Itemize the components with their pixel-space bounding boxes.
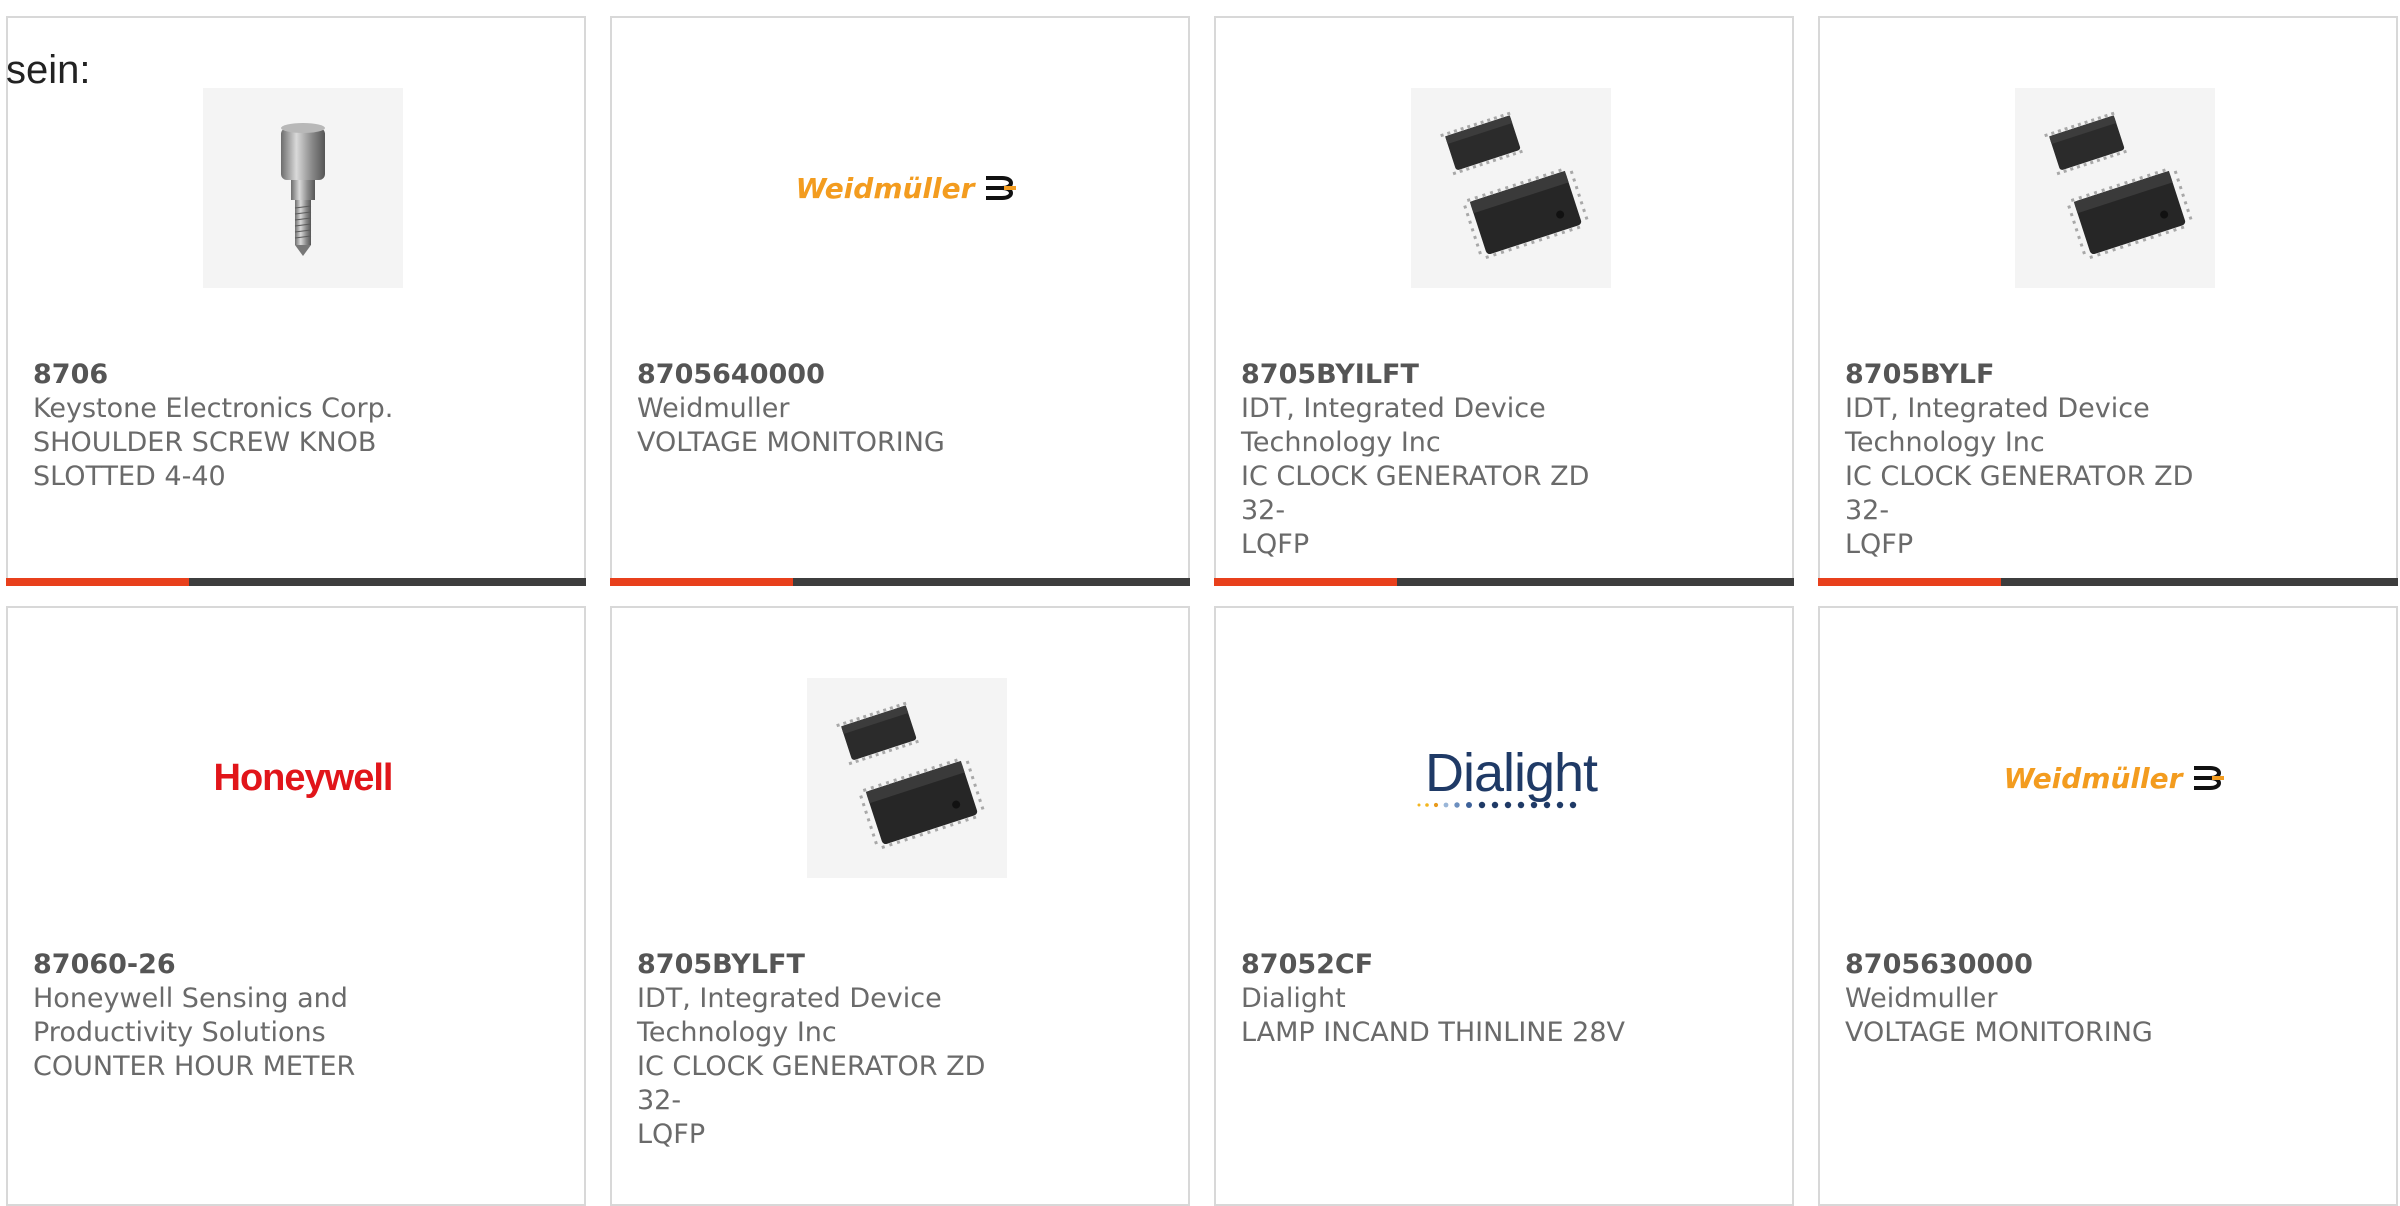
description-line: IC CLOCK GENERATOR ZD 32- bbox=[1241, 461, 1590, 526]
product-info: 8705BYLF IDT, Integrated Device Technolo… bbox=[1845, 358, 2245, 562]
product-card[interactable]: 8705BYILFT IDT, Integrated Device Techno… bbox=[1214, 16, 1794, 586]
screw-knob-image bbox=[203, 88, 403, 288]
description-line: VOLTAGE MONITORING bbox=[637, 427, 945, 458]
manufacturer-line: Technology Inc bbox=[1241, 427, 1441, 458]
lqfp-chip-image bbox=[1411, 88, 1611, 288]
card-accent-bar bbox=[1214, 578, 1794, 586]
description-line: IC CLOCK GENERATOR ZD 32- bbox=[1845, 461, 2194, 526]
lqfp-chip-image bbox=[807, 678, 1007, 878]
honeywell-logo: Honeywell bbox=[203, 678, 403, 878]
manufacturer-line: Technology Inc bbox=[1845, 427, 2045, 458]
manufacturer-line: Technology Inc bbox=[637, 1017, 837, 1048]
product-card[interactable]: 8705BYLF IDT, Integrated Device Technolo… bbox=[1818, 16, 2398, 586]
logo-text: Weidmüller bbox=[2003, 761, 2183, 795]
logo-text: Honeywell bbox=[213, 756, 394, 799]
part-number[interactable]: 8705630000 bbox=[1845, 948, 2245, 982]
product-info: 8705BYLFT IDT, Integrated Device Technol… bbox=[637, 948, 1037, 1152]
manufacturer-line: Honeywell Sensing and bbox=[33, 983, 348, 1014]
product-card[interactable]: 8706 Keystone Electronics Corp. SHOULDER… bbox=[6, 16, 586, 586]
part-number[interactable]: 8705640000 bbox=[637, 358, 1037, 392]
product-info: 87052CF Dialight LAMP INCAND THINLINE 28… bbox=[1241, 948, 1641, 1050]
lead-text: sein: bbox=[6, 48, 91, 92]
product-card[interactable]: Dialight 87052CF Dialight LAMP INCAND TH… bbox=[1214, 606, 1794, 1206]
logo-text: Dialight bbox=[1424, 743, 1598, 803]
description-line: LQFP bbox=[1241, 529, 1310, 560]
manufacturer-line: Productivity Solutions bbox=[33, 1017, 326, 1048]
product-info: 8705BYILFT IDT, Integrated Device Techno… bbox=[1241, 358, 1641, 562]
manufacturer: Dialight bbox=[1241, 983, 1346, 1014]
dialight-dots-icon bbox=[1417, 801, 1577, 809]
weidmuller-mark-icon bbox=[2194, 766, 2225, 790]
part-number[interactable]: 8705BYILFT bbox=[1241, 358, 1641, 392]
logo-text: Weidmüller bbox=[795, 171, 975, 205]
dialight-logo: Dialight bbox=[1411, 678, 1611, 878]
description-line: LAMP INCAND THINLINE 28V bbox=[1241, 1017, 1625, 1048]
manufacturer-line: IDT, Integrated Device bbox=[637, 983, 942, 1014]
description-line: SLOTTED 4-40 bbox=[33, 461, 226, 492]
lqfp-chip-image bbox=[2015, 88, 2215, 288]
description-line: IC CLOCK GENERATOR ZD 32- bbox=[637, 1051, 986, 1116]
card-accent-bar bbox=[6, 578, 586, 586]
part-number[interactable]: 87060-26 bbox=[33, 948, 433, 982]
product-info: 8705640000 Weidmuller VOLTAGE MONITORING bbox=[637, 358, 1037, 460]
part-number[interactable]: 8705BYLFT bbox=[637, 948, 1037, 982]
manufacturer: Weidmuller bbox=[637, 393, 790, 424]
card-accent-bar bbox=[1818, 578, 2398, 586]
description-line: SHOULDER SCREW KNOB bbox=[33, 427, 377, 458]
product-card[interactable]: Honeywell 87060-26 Honeywell Sensing and… bbox=[6, 606, 586, 1206]
manufacturer: Keystone Electronics Corp. bbox=[33, 393, 394, 424]
manufacturer-line: IDT, Integrated Device bbox=[1845, 393, 2150, 424]
product-card[interactable]: Weidmüller 8705630000 Weidmuller VOLTAGE… bbox=[1818, 606, 2398, 1206]
description-line: LQFP bbox=[1845, 529, 1914, 560]
description-line: VOLTAGE MONITORING bbox=[1845, 1017, 2153, 1048]
product-info: 8706 Keystone Electronics Corp. SHOULDER… bbox=[33, 358, 433, 494]
part-number[interactable]: 8705BYLF bbox=[1845, 358, 2245, 392]
part-number[interactable]: 87052CF bbox=[1241, 948, 1641, 982]
product-info: 8705630000 Weidmuller VOLTAGE MONITORING bbox=[1845, 948, 2245, 1050]
description-line: COUNTER HOUR METER bbox=[33, 1051, 356, 1082]
card-accent-bar bbox=[610, 578, 1190, 586]
weidmuller-mark-icon bbox=[986, 176, 1017, 200]
weidmuller-logo: Weidmüller bbox=[796, 88, 1017, 288]
product-card[interactable]: 8705BYLFT IDT, Integrated Device Technol… bbox=[610, 606, 1190, 1206]
part-number[interactable]: 8706 bbox=[33, 358, 433, 392]
product-info: 87060-26 Honeywell Sensing and Productiv… bbox=[33, 948, 433, 1084]
product-card[interactable]: Weidmüller 8705640000 Weidmuller VOLTAGE… bbox=[610, 16, 1190, 586]
description-line: LQFP bbox=[637, 1119, 706, 1150]
manufacturer: Weidmuller bbox=[1845, 983, 1998, 1014]
manufacturer-line: IDT, Integrated Device bbox=[1241, 393, 1546, 424]
weidmuller-logo: Weidmüller bbox=[2004, 678, 2225, 878]
